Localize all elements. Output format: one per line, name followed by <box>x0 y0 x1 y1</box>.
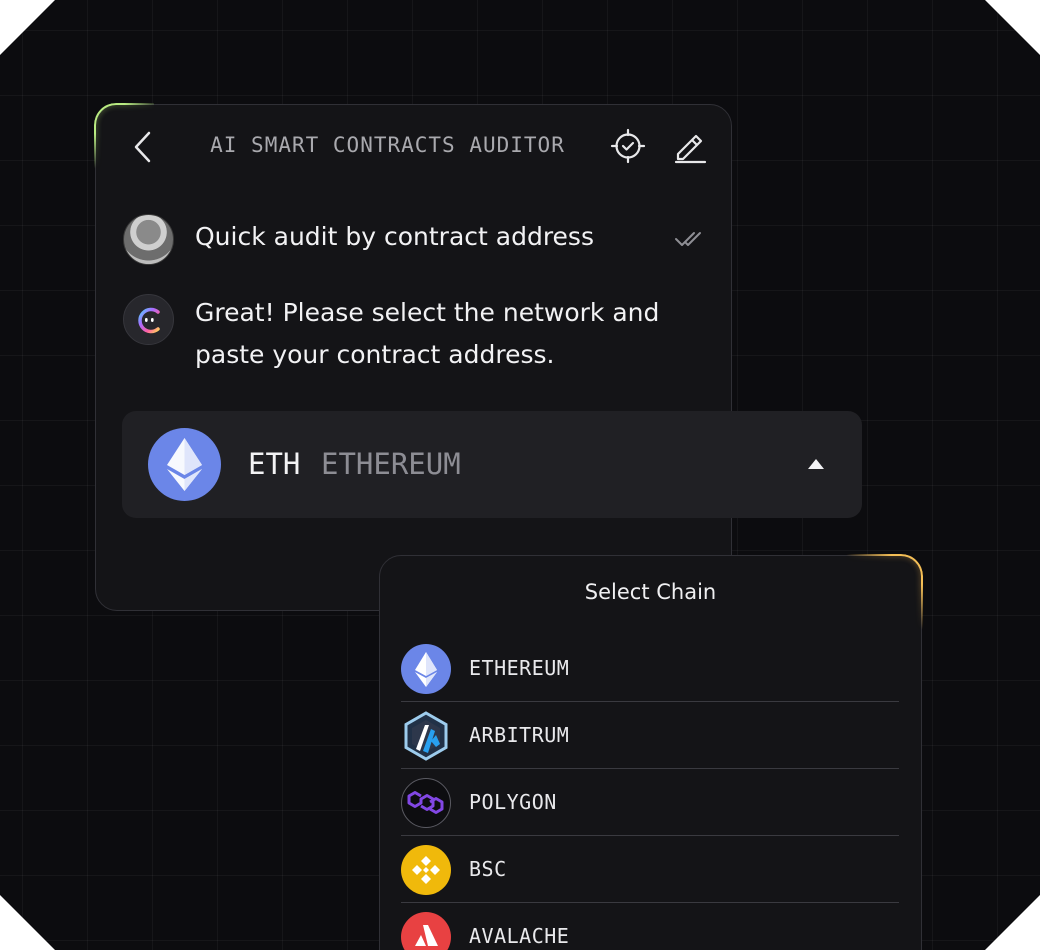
user-message: Quick audit by contract address <box>195 222 594 251</box>
chain-option-arbitrum[interactable]: ARBITRUM <box>401 702 899 769</box>
back-button[interactable] <box>128 128 160 166</box>
bnb-icon <box>401 845 451 895</box>
arbitrum-icon <box>401 711 451 761</box>
edit-button[interactable] <box>672 128 708 164</box>
app-frame: AI SMART CONTRACTS AUDITOR Quick audit b… <box>0 0 1040 950</box>
chain-option-polygon[interactable]: POLYGON <box>401 769 899 836</box>
chain-option-avalanche[interactable]: AVALACHE <box>401 903 899 950</box>
page-title: AI SMART CONTRACTS AUDITOR <box>210 133 565 157</box>
ethereum-icon <box>148 428 221 501</box>
chain-option-label: AVALACHE <box>469 924 570 948</box>
pencil-icon <box>674 134 707 164</box>
caret-up-icon <box>808 459 824 469</box>
selected-chain-symbol: ETH <box>248 447 301 481</box>
dropdown-title: Select Chain <box>584 580 717 604</box>
bot-logo-icon <box>138 307 160 334</box>
user-avatar <box>123 214 174 265</box>
target-button[interactable] <box>610 128 646 164</box>
chain-selector[interactable]: ETH ETHEREUM <box>122 411 862 518</box>
bot-message: Great! Please select the network and pas… <box>195 298 660 369</box>
chain-option-bsc[interactable]: BSC <box>401 836 899 903</box>
ethereum-icon <box>401 644 451 694</box>
double-check-icon <box>675 232 701 246</box>
polygon-icon <box>401 778 451 828</box>
target-check-icon <box>610 128 646 164</box>
bot-avatar <box>123 294 174 345</box>
chain-option-ethereum[interactable]: ETHEREUM <box>401 635 899 702</box>
selected-chain-name: ETHEREUM <box>321 447 461 481</box>
avalanche-icon <box>401 912 451 950</box>
chain-option-label: POLYGON <box>469 790 557 814</box>
chain-option-label: BSC <box>469 857 507 881</box>
chain-option-label: ARBITRUM <box>469 723 570 747</box>
chevron-left-icon <box>134 131 151 163</box>
chain-option-label: ETHEREUM <box>469 656 570 680</box>
